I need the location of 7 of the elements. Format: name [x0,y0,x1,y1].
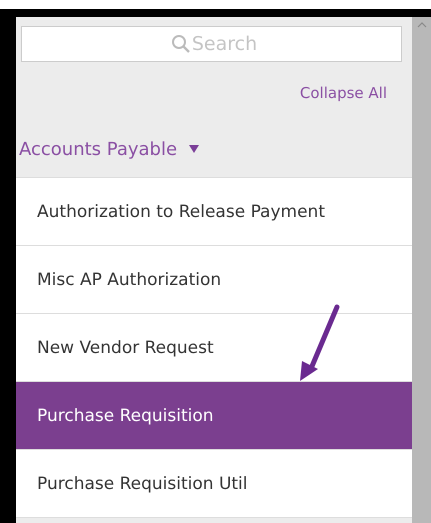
menu-item[interactable]: Purchase Requisition [16,382,412,450]
search-field[interactable]: Search [21,26,402,62]
search-icon [171,34,191,54]
group-header[interactable]: Accounts Payable [16,102,412,163]
scroll-up-icon[interactable] [416,22,426,28]
caret-icon [189,145,200,153]
collapse-all-link[interactable]: Collapse All [300,84,387,102]
